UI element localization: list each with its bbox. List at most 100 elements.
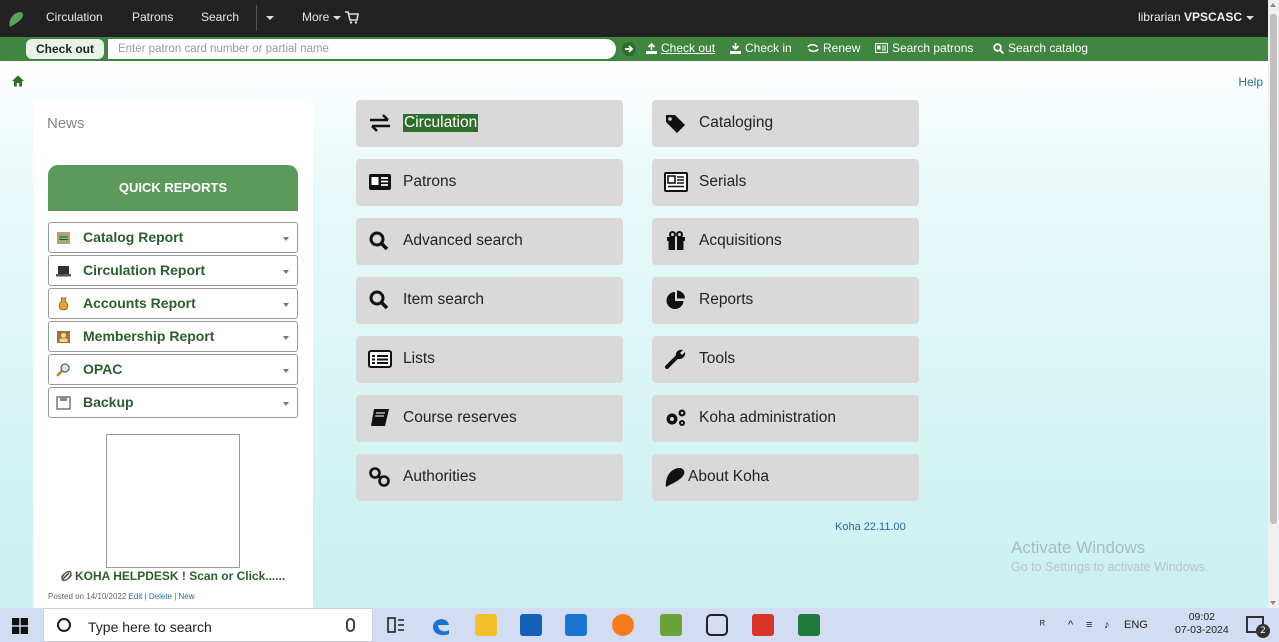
renew-action[interactable]: Renew — [807, 41, 860, 55]
dropdown-arrow-icon — [283, 303, 289, 307]
checkout-tab[interactable]: Check out — [26, 39, 105, 59]
delete-link[interactable]: Delete — [149, 592, 172, 601]
nav-patrons[interactable]: Patrons — [132, 10, 173, 24]
module-circulation[interactable]: Circulation — [356, 100, 623, 147]
qr-code-image[interactable] — [106, 434, 240, 568]
dropdown-arrow-icon — [283, 270, 289, 274]
koha-version[interactable]: Koha 22.11.00 — [835, 521, 906, 533]
gift-icon — [667, 231, 685, 250]
helpdesk-text: KOHA HELPDESK ! Scan or Click...... — [75, 569, 286, 583]
user-menu[interactable]: librarian VPSCASC — [1138, 10, 1254, 24]
firefox-icon[interactable] — [612, 614, 634, 636]
file-explorer-icon[interactable] — [475, 614, 497, 636]
module-tools[interactable]: Tools — [652, 336, 919, 383]
nav-search[interactable]: Search — [201, 10, 239, 24]
scrollbar-thumb[interactable] — [1270, 14, 1277, 524]
module-label: About Koha — [688, 468, 770, 485]
new-link[interactable]: New — [179, 592, 195, 601]
book-icon — [371, 409, 389, 426]
module-patrons[interactable]: Patrons — [356, 159, 623, 206]
virtualbox-icon[interactable] — [706, 614, 728, 636]
report-label: OPAC — [83, 361, 123, 377]
page-scrollbar[interactable] — [1268, 0, 1279, 608]
module-about-koha[interactable]: About Koha — [652, 454, 919, 501]
taskbar-search-placeholder: Type here to search — [88, 619, 212, 635]
excel-icon[interactable] — [798, 614, 820, 636]
home-icon[interactable] — [12, 75, 24, 87]
module-cataloging[interactable]: Cataloging — [652, 100, 919, 147]
list-icon — [368, 350, 392, 368]
submit-arrow-icon[interactable] — [622, 42, 636, 56]
clock-time: 09:02 — [1188, 611, 1215, 623]
helpdesk-link[interactable]: KOHA HELPDESK ! Scan or Click...... — [60, 569, 285, 583]
people-icon[interactable]: ᴿ — [1040, 619, 1045, 631]
help-link[interactable]: Help — [1238, 75, 1263, 89]
edit-link[interactable]: Edit — [129, 592, 143, 601]
search-catalog-action[interactable]: Search catalog — [993, 41, 1088, 55]
volume-icon[interactable]: ♪ — [1104, 619, 1110, 631]
download-icon — [730, 42, 741, 54]
windows-start-icon[interactable] — [12, 618, 28, 634]
activate-windows-title: Activate Windows — [1011, 538, 1146, 557]
magnifier-icon — [56, 363, 70, 377]
membership-card-icon — [57, 331, 70, 343]
checkout-action[interactable]: Check out — [646, 41, 715, 55]
action-center-icon[interactable]: 2 — [1246, 616, 1270, 638]
module-label: Advanced search — [403, 232, 523, 249]
edge-browser-icon[interactable] — [430, 614, 452, 636]
scroll-up-icon[interactable] — [1270, 3, 1276, 7]
module-koha-administration[interactable]: Koha administration — [652, 395, 919, 442]
nav-more[interactable]: More — [302, 10, 342, 24]
circulation-report-select[interactable]: Circulation Report — [48, 255, 298, 286]
search-icon — [369, 290, 389, 310]
scroll-down-icon[interactable] — [1270, 601, 1276, 605]
floppy-disk-icon — [56, 396, 71, 410]
membership-report-select[interactable]: Membership Report — [48, 321, 298, 352]
checkin-action[interactable]: Check in — [730, 41, 792, 55]
cart-icon[interactable] — [345, 11, 359, 24]
nav-circulation[interactable]: Circulation — [46, 10, 103, 24]
news-title: News — [47, 115, 85, 132]
search-patrons-action[interactable]: Search patrons — [875, 41, 973, 55]
module-label: Koha administration — [699, 409, 836, 426]
koha-app-icon[interactable] — [660, 614, 682, 636]
module-reports[interactable]: Reports — [652, 277, 919, 324]
module-label: Circulation — [403, 114, 479, 132]
module-advanced-search[interactable]: Advanced search — [356, 218, 623, 265]
catalog-report-select[interactable]: Catalog Report — [48, 222, 298, 253]
module-course-reserves[interactable]: Course reserves — [356, 395, 623, 442]
search-icon — [369, 231, 389, 251]
module-label: Patrons — [403, 173, 457, 190]
module-label: Tools — [699, 350, 736, 367]
input-language[interactable]: ENG — [1124, 619, 1148, 631]
laptop-icon — [56, 266, 71, 277]
accounts-report-select[interactable]: Accounts Report — [48, 288, 298, 319]
report-label: Accounts Report — [83, 295, 196, 311]
chevron-up-icon[interactable]: ^ — [1068, 619, 1073, 631]
notification-count: 2 — [1256, 624, 1270, 638]
wrench-icon — [665, 349, 686, 369]
module-label: Serials — [699, 173, 747, 190]
caret-down-icon — [1246, 15, 1254, 20]
module-authorities[interactable]: Authorities — [356, 454, 623, 501]
network-icon[interactable]: ≡ — [1086, 619, 1092, 631]
checkout-action-label: Check out — [661, 41, 716, 55]
module-item-search[interactable]: Item search — [356, 277, 623, 324]
opac-select[interactable]: OPAC — [48, 354, 298, 385]
koha-logo-icon[interactable] — [6, 9, 26, 29]
taskbar-clock[interactable]: 09:02 07-03-2024 — [1175, 611, 1229, 637]
module-serials[interactable]: Serials — [652, 159, 919, 206]
patron-search-input[interactable]: Enter patron card number or partial name — [108, 39, 616, 59]
taskbar-search-box[interactable]: Type here to search — [43, 608, 373, 642]
activate-windows-subtitle: Go to Settings to activate Windows. — [1011, 560, 1209, 574]
module-acquisitions[interactable]: Acquisitions — [652, 218, 919, 265]
search-dropdown-toggle[interactable] — [262, 10, 274, 24]
mail-icon[interactable] — [565, 614, 587, 636]
anydesk-icon[interactable] — [752, 614, 774, 636]
task-view-icon[interactable] — [385, 614, 407, 636]
backup-select[interactable]: Backup — [48, 387, 298, 418]
microsoft-store-icon[interactable] — [520, 614, 542, 636]
report-label: Catalog Report — [83, 229, 184, 245]
microphone-icon[interactable] — [346, 618, 355, 632]
module-lists[interactable]: Lists — [356, 336, 623, 383]
